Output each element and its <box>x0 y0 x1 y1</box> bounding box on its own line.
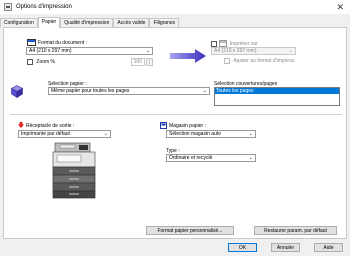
right-arrow-icon <box>170 49 206 63</box>
paper-tray-value: Sélection magasin auto <box>169 131 221 137</box>
custom-paper-format-button[interactable]: Format papier personnalisé... <box>146 226 234 235</box>
adjust-format-checkbox[interactable] <box>224 58 230 64</box>
zoom-label: Zoom % <box>36 59 56 66</box>
list-item[interactable]: Toutes les pages <box>215 88 339 94</box>
adjust-checkbox-row: Ajuster au format d'impress. <box>224 58 295 64</box>
cover-selection-list[interactable]: Toutes les pages <box>214 87 340 106</box>
paper-tray-select[interactable]: Sélection magasin auto ⌄ <box>166 130 256 138</box>
paper-tray-icon <box>160 122 167 129</box>
chevron-down-icon: ⌄ <box>103 131 108 137</box>
chevron-down-icon: ⌄ <box>288 48 293 54</box>
document-format-icon <box>27 39 36 46</box>
ok-button[interactable]: OK <box>228 243 257 252</box>
chevron-down-icon: ⌄ <box>248 131 253 137</box>
output-tray-value: Imprimante par défaut <box>21 131 70 137</box>
document-format-select[interactable]: A4 (210 x 297 mm) ⌄ <box>26 47 153 55</box>
paper-selection-value: Même papier pour toutes les pages <box>51 88 130 94</box>
title-bar: Options d'impression ✕ <box>0 0 350 14</box>
paper-type-select[interactable]: Ordinaire et recyclé ⌄ <box>166 154 256 162</box>
document-format-value: A4 (210 x 297 mm) <box>29 48 72 54</box>
adjust-format-label: Ajuster au format d'impress. <box>233 58 296 65</box>
zoom-checkbox-row: Zoom % <box>27 59 55 65</box>
paper-type-value: Ordinaire et recyclé <box>169 155 213 161</box>
zoom-checkbox[interactable] <box>27 59 33 65</box>
chevron-down-icon: ⌄ <box>202 88 207 94</box>
window-title: Options d'impression <box>16 4 72 10</box>
chevron-down-icon: ⌄ <box>145 48 150 54</box>
print-on-group: Imprimer sur <box>211 40 258 47</box>
print-on-checkbox[interactable] <box>211 40 217 47</box>
paper-tray-label: Magasin papier : <box>169 123 206 129</box>
paper-tab-panel: Format du document : A4 (210 x 297 mm) ⌄… <box>3 27 347 239</box>
help-button[interactable]: Aide <box>314 243 343 252</box>
print-on-label: Imprimer sur <box>229 40 258 47</box>
paper-selection-select[interactable]: Même papier pour toutes les pages ⌄ <box>48 87 210 95</box>
tab-papier[interactable]: Papier <box>37 17 61 28</box>
print-on-icon <box>219 40 228 47</box>
close-icon[interactable]: ✕ <box>336 2 344 12</box>
chevron-down-icon: ⌄ <box>248 155 253 161</box>
printer-app-icon <box>4 3 12 11</box>
output-tray-select[interactable]: Imprimante par défaut ⌄ <box>18 130 111 138</box>
printer-icon <box>52 142 96 199</box>
zoom-spinner[interactable]: ▴ ▾ <box>146 58 153 66</box>
print-on-value: A4 (210 x 297 mm) <box>214 48 257 54</box>
paper-stack-icon <box>11 85 23 98</box>
output-tray-label: Réceptacle de sortie : <box>26 123 75 129</box>
divider <box>10 114 342 115</box>
red-down-arrow-icon <box>18 122 24 128</box>
restore-defaults-button[interactable]: Restaurer param. par défaut <box>254 226 337 235</box>
cancel-button[interactable]: Annuler <box>271 243 300 252</box>
document-format-label: Format du document : <box>38 40 87 46</box>
print-on-select[interactable]: A4 (210 x 297 mm) ⌄ <box>211 47 296 55</box>
zoom-percent-input[interactable]: 100 <box>131 58 145 66</box>
